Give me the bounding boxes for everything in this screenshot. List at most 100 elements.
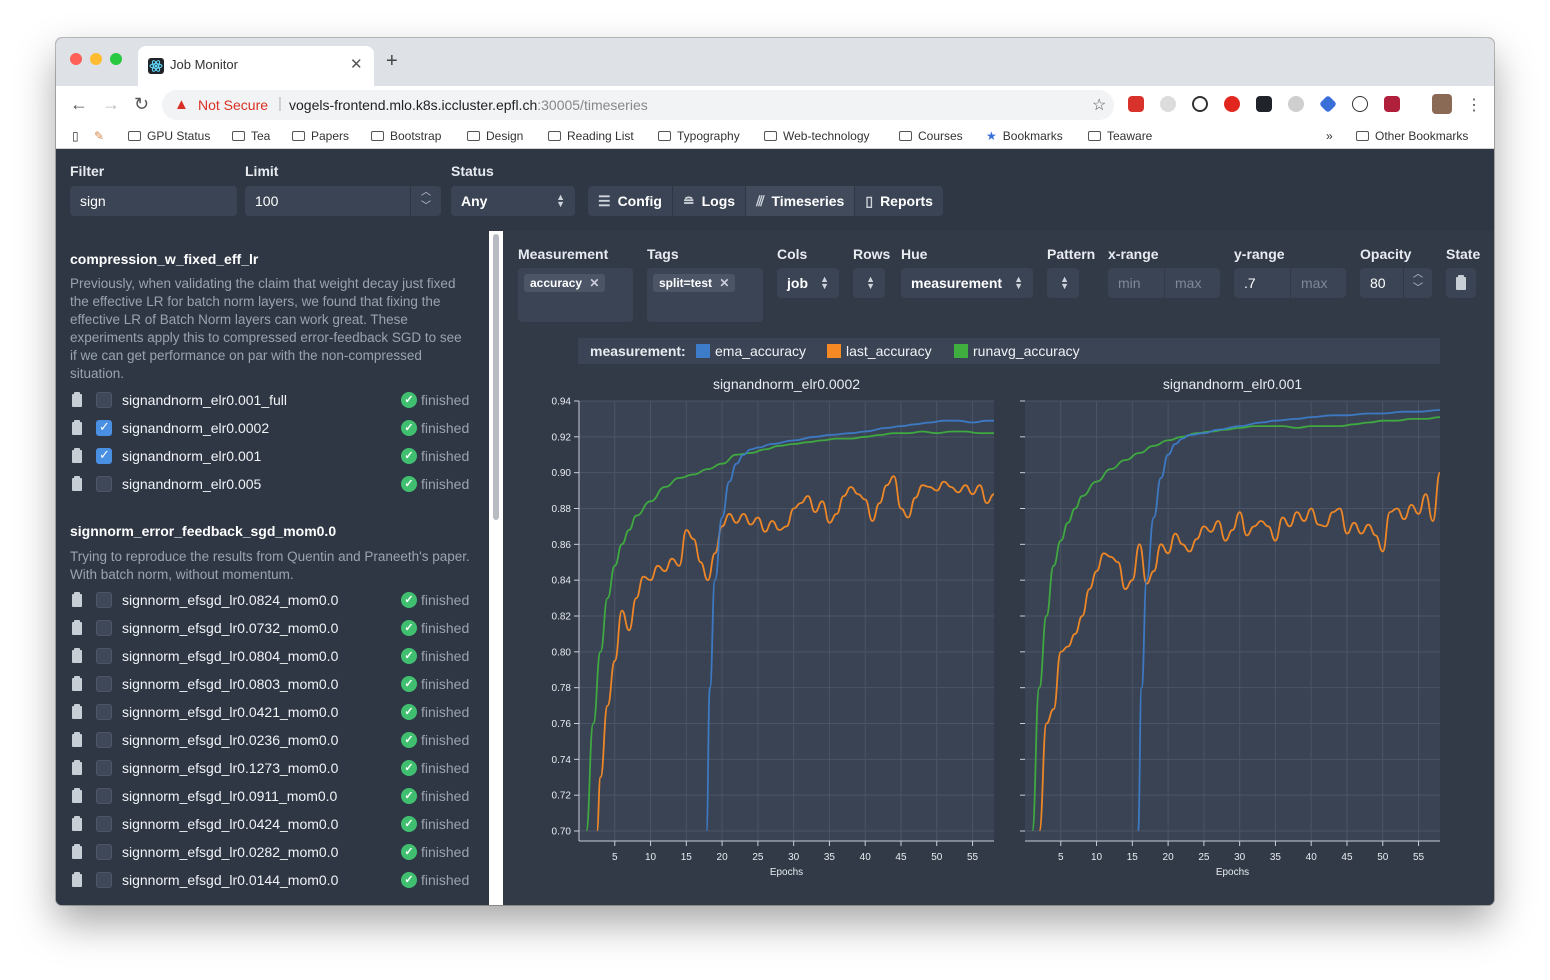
address-bar[interactable]: ▲ Not Secure | vogels-frontend.mlo.k8s.i… (162, 90, 1114, 120)
react-devtools-icon[interactable] (1256, 96, 1272, 112)
measurement-select[interactable]: accuracy ✕ (518, 268, 633, 322)
filter-input[interactable]: sign (70, 186, 237, 216)
y-range-min-input[interactable]: .7 (1234, 268, 1290, 298)
job-row[interactable]: signandnorm_elr0.0002 ✓finished (70, 417, 474, 445)
job-checkbox[interactable] (96, 676, 112, 692)
back-icon[interactable]: ← (70, 94, 88, 115)
job-row[interactable]: signnorm_efsgd_lr0.0911_mom0.0 ✓ finished (70, 785, 474, 813)
job-row[interactable]: signnorm_efsgd_lr0.0824_mom0.0 ✓ finished (70, 589, 474, 617)
cors-extension-icon[interactable] (1128, 96, 1144, 112)
bookmark-page-icon[interactable]: ▯ (72, 129, 79, 143)
rows-select[interactable]: ▲ ▼ (853, 268, 885, 298)
adblock-icon[interactable] (1224, 96, 1240, 112)
remove-chip-icon[interactable]: ✕ (589, 276, 599, 290)
bookmark-bookmarks[interactable]: ★ Bookmarks (986, 129, 1063, 143)
clipboard-icon[interactable] (72, 648, 82, 663)
bookmark-typography[interactable]: Typography (658, 129, 740, 143)
extension-icon-3[interactable] (1318, 94, 1338, 114)
measurement-chip[interactable]: accuracy ✕ (524, 274, 606, 292)
sidebar-scrollbar[interactable] (489, 231, 503, 905)
job-row[interactable]: signnorm_efsgd_lr0.0804_mom0.0 ✓ finished (70, 645, 474, 673)
extension-icon[interactable] (1160, 96, 1176, 112)
job-row[interactable]: signnorm_efsgd_lr0.0236_mom0.0 ✓ finished (70, 729, 474, 757)
bookmark-papers[interactable]: Papers (292, 129, 349, 143)
not-secure-label[interactable]: Not Secure (198, 97, 268, 113)
avatar[interactable] (1432, 94, 1452, 114)
bookmark-star-icon[interactable]: ☆ (1092, 95, 1106, 115)
job-row[interactable]: signandnorm_elr0.005 ✓ finished (70, 473, 474, 501)
bookmark-tea[interactable]: Tea (232, 129, 270, 143)
job-checkbox[interactable] (96, 788, 112, 804)
legend-item-runavg[interactable]: runavg_accuracy (954, 343, 1080, 359)
job-row[interactable]: signnorm_efsgd_lr0.0803_mom0.0 ✓ finished (70, 673, 474, 701)
status-select[interactable]: Any ▲ ▼ (451, 186, 575, 216)
group-title[interactable]: compression_w_fixed_eff_lr (70, 251, 258, 267)
password-manager-icon[interactable] (1192, 96, 1208, 112)
minimize-window-button[interactable] (90, 53, 102, 65)
close-tab-icon[interactable]: ✕ (350, 55, 363, 73)
clipboard-icon[interactable] (72, 420, 82, 435)
clipboard-icon[interactable] (72, 788, 82, 803)
clipboard-icon[interactable] (72, 676, 82, 691)
scrollbar-thumb[interactable] (493, 234, 499, 520)
extension-icon-5[interactable] (1384, 96, 1400, 112)
job-row[interactable]: signnorm_efsgd_lr0.0144_mom0.0 ✓ finished (70, 869, 474, 897)
other-bookmarks[interactable]: Other Bookmarks (1356, 129, 1468, 143)
extension-icon-4[interactable] (1352, 96, 1368, 112)
clipboard-icon[interactable] (72, 448, 82, 463)
tab-reports[interactable]: ▯ Reports (855, 186, 943, 216)
remove-chip-icon[interactable]: ✕ (719, 276, 729, 290)
job-row[interactable]: signnorm_efsgd_lr0.0282_mom0.0 ✓ finished (70, 841, 474, 869)
hue-select[interactable]: measurement ▲ ▼ (901, 268, 1033, 298)
reload-icon[interactable]: ↻ (134, 94, 149, 115)
tab-config[interactable]: ☰ Config (588, 186, 673, 216)
limit-input[interactable]: 100 ︿ ﹀ (245, 186, 441, 216)
job-checkbox[interactable] (96, 844, 112, 860)
maximize-window-button[interactable] (110, 53, 122, 65)
x-range-min-input[interactable]: min (1108, 268, 1164, 298)
clipboard-icon[interactable] (72, 872, 82, 887)
bookmark-courses[interactable]: Courses (899, 129, 963, 143)
opacity-input[interactable]: 80 ︿ ﹀ (1360, 268, 1432, 298)
bookmark-bootstrap[interactable]: Bootstrap (371, 129, 441, 143)
bookmark-gpu-status[interactable]: GPU Status (128, 129, 210, 143)
job-checkbox[interactable] (96, 872, 112, 888)
x-range-max-input[interactable]: max (1165, 268, 1220, 298)
url-text[interactable]: vogels-frontend.mlo.k8s.iccluster.epfl.c… (289, 97, 648, 113)
cols-select[interactable]: job ▲ ▼ (777, 268, 839, 298)
clipboard-icon[interactable] (72, 816, 82, 831)
tag-chip[interactable]: split=test ✕ (653, 274, 736, 292)
job-row[interactable]: signnorm_efsgd_lr0.0732_mom0.0 ✓ finished (70, 617, 474, 645)
copy-state-button[interactable] (1446, 268, 1476, 298)
bookmark-rocket-icon[interactable]: ✎ (94, 129, 104, 143)
pattern-select[interactable]: ▲ ▼ (1047, 268, 1079, 298)
job-row[interactable]: signnorm_efsgd_lr0.1273_mom0.0 ✓ finished (70, 757, 474, 785)
job-checkbox[interactable] (96, 592, 112, 608)
job-row[interactable]: signandnorm_elr0.001_full ✓ finished (70, 389, 474, 417)
bookmark-teaware[interactable]: Teaware (1088, 129, 1152, 143)
job-checkbox[interactable] (96, 419, 112, 436)
bookmarks-overflow-icon[interactable]: » (1326, 129, 1333, 143)
job-checkbox[interactable] (96, 447, 112, 464)
browser-menu-icon[interactable]: ⋮ (1466, 95, 1482, 115)
job-row[interactable]: signnorm_efsgd_lr0.0424_mom0.0 ✓ finished (70, 813, 474, 841)
new-tab-button[interactable]: + (386, 50, 398, 73)
close-window-button[interactable] (70, 53, 82, 65)
clipboard-icon[interactable] (72, 760, 82, 775)
bookmark-reading-list[interactable]: Reading List (548, 129, 634, 143)
bookmark-web-technology[interactable]: Web-technology (764, 129, 870, 143)
clipboard-icon[interactable] (72, 732, 82, 747)
tab-job-monitor[interactable]: Job Monitor ✕ (138, 46, 374, 86)
legend-item-ema[interactable]: ema_accuracy (696, 343, 806, 359)
job-checkbox[interactable] (96, 620, 112, 636)
clipboard-icon[interactable] (72, 392, 82, 407)
job-checkbox[interactable] (96, 648, 112, 664)
job-row[interactable]: signandnorm_elr0.001 ✓finished (70, 445, 474, 473)
bookmark-design[interactable]: Design (467, 129, 523, 143)
clipboard-icon[interactable] (72, 620, 82, 635)
job-checkbox[interactable] (96, 732, 112, 748)
tags-select[interactable]: split=test ✕ (647, 268, 763, 322)
extension-icon-2[interactable] (1288, 96, 1304, 112)
job-row[interactable]: signnorm_efsgd_lr0.0421_mom0.0 ✓ finished (70, 701, 474, 729)
limit-stepper[interactable]: ︿ ﹀ (410, 186, 441, 216)
